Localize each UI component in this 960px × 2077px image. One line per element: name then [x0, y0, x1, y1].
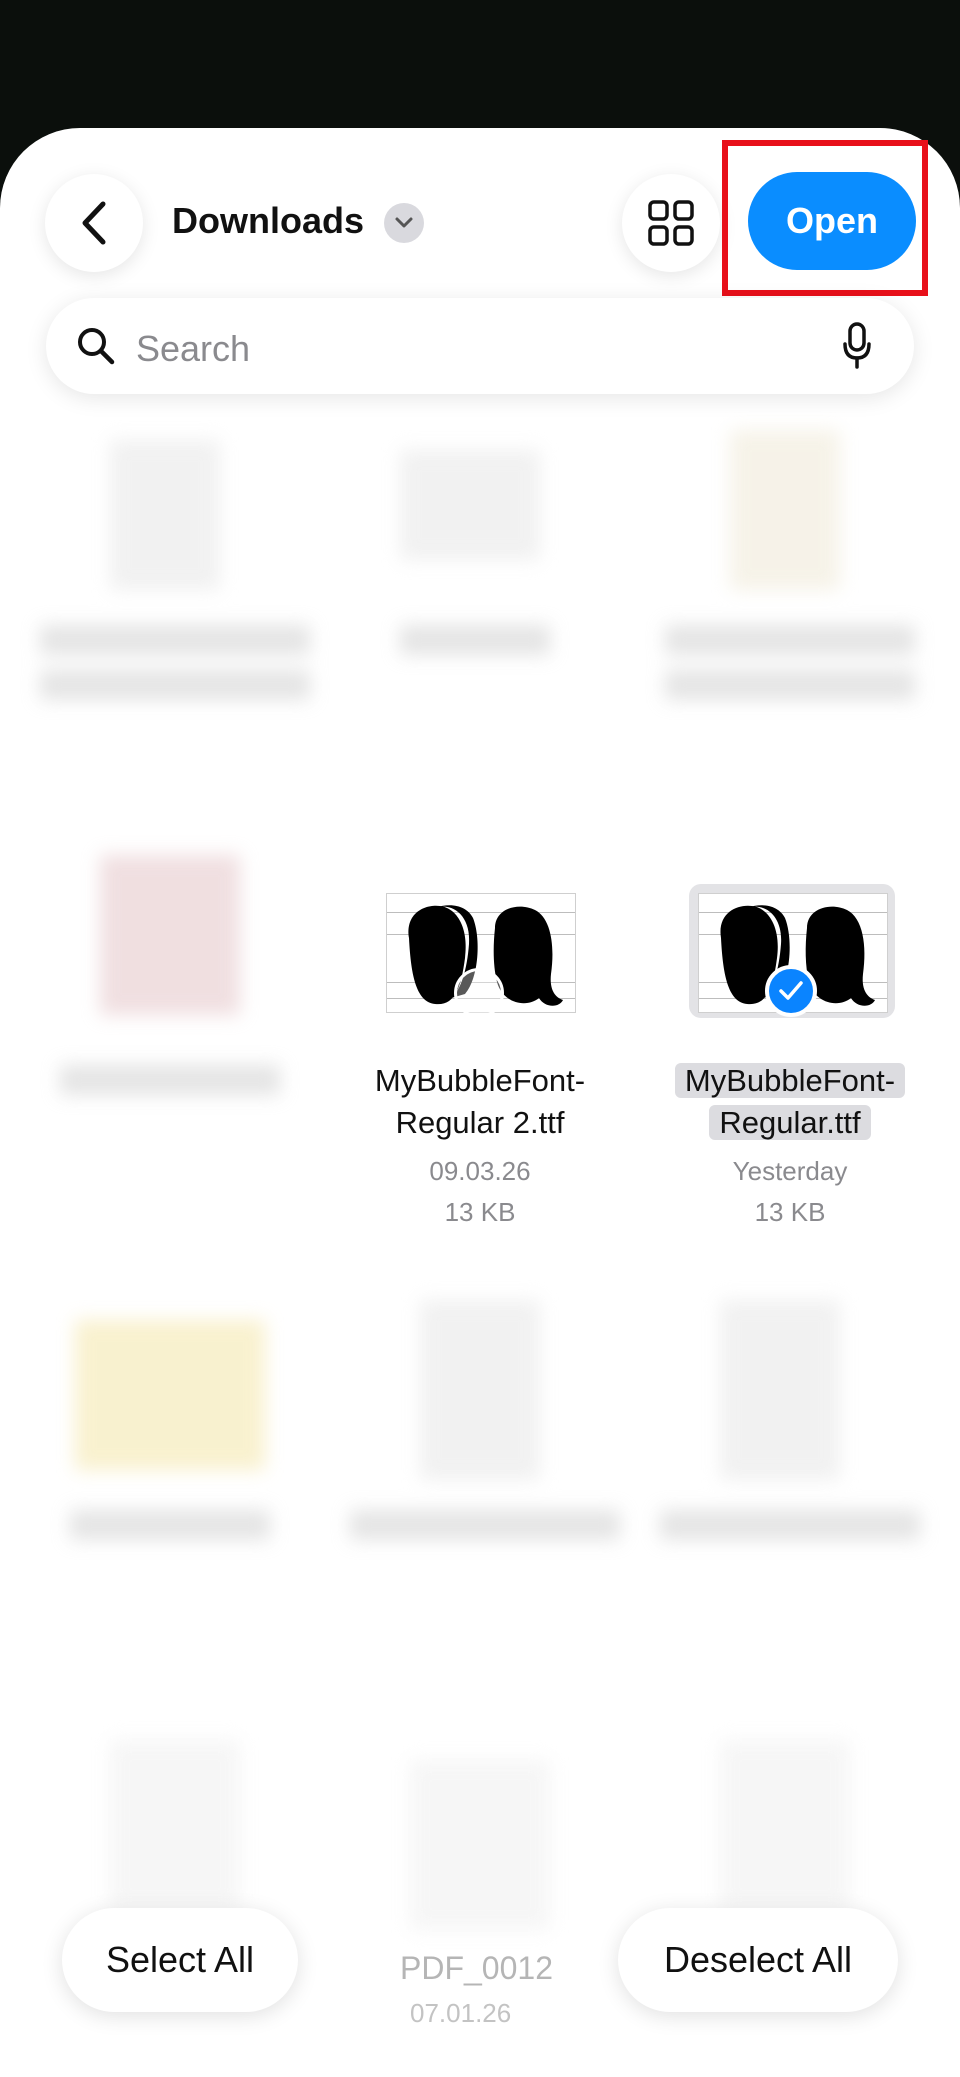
chevron-left-icon [82, 201, 106, 245]
chevron-down-icon [395, 217, 413, 228]
microphone-icon[interactable] [842, 322, 872, 370]
selected-checkmark-icon[interactable] [765, 965, 817, 1017]
file-date: Yesterday [732, 1156, 848, 1186]
folder-title[interactable]: Downloads [172, 200, 364, 242]
search-input[interactable]: Search [46, 298, 914, 394]
file-size: 13 KB [754, 1197, 826, 1227]
search-placeholder: Search [136, 328, 251, 369]
partial-file-date: 07.01.26 [410, 1998, 512, 2028]
select-all-button[interactable]: Select All [62, 1908, 298, 2012]
file-name: MyBubbleFont- Regular 2.ttf [374, 1063, 586, 1140]
partial-file-name: PDF_0012 [400, 1950, 553, 1986]
file-date: 09.03.26 [429, 1156, 531, 1186]
selection-circle[interactable] [454, 968, 504, 1018]
checkmark-icon [779, 981, 803, 1000]
file-size: 13 KB [444, 1197, 516, 1227]
back-button[interactable] [45, 174, 143, 272]
folder-dropdown-button[interactable] [384, 203, 424, 243]
highlight-box [722, 140, 928, 296]
grid-icon [648, 200, 694, 246]
view-toggle-button[interactable] [622, 174, 720, 272]
search-icon [78, 328, 115, 365]
deselect-all-button[interactable]: Deselect All [618, 1908, 898, 2012]
file-name: MyBubbleFont- Regular.ttf [640, 1060, 940, 1144]
